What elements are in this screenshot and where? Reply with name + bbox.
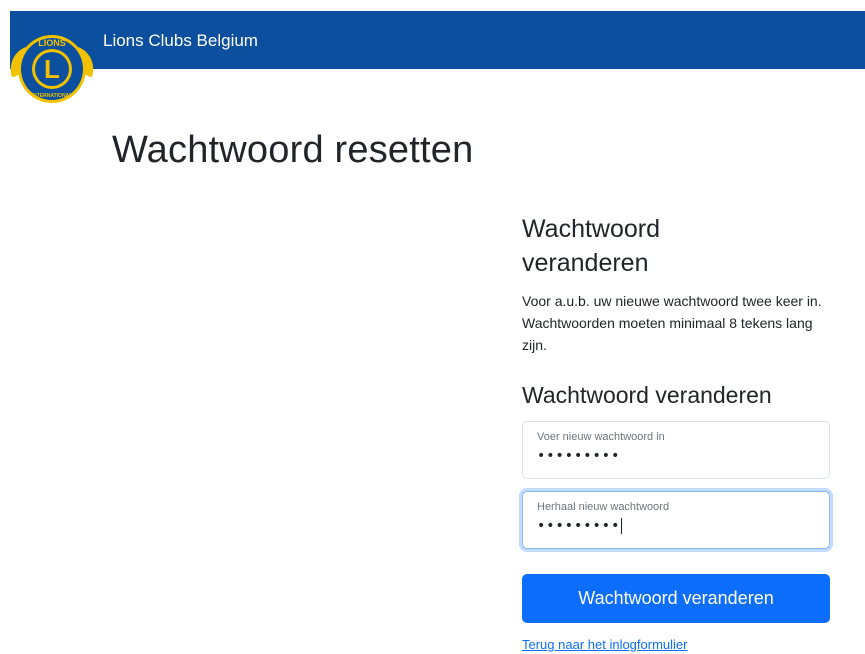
repeat-password-input[interactable]: ••••••••• (537, 518, 815, 534)
logo-top-word: LIONS (38, 38, 66, 48)
change-password-button[interactable]: Wachtwoord veranderen (522, 574, 830, 623)
panel-description: Voor a.u.b. uw nieuwe wachtwoord twee ke… (522, 293, 822, 353)
text-caret (621, 518, 623, 534)
page-title: Wachtwoord resetten (112, 129, 474, 171)
logo-letter: L (44, 54, 60, 84)
panel-title: Wachtwoord veranderen (522, 215, 661, 277)
new-password-input[interactable]: ••••••••• (537, 448, 815, 464)
lions-logo-icon[interactable]: L LIONS INTERNATIONAL (6, 25, 98, 109)
repeat-password-dots: ••••••••• (537, 518, 621, 534)
new-password-label: Voer nieuw wachtwoord in (537, 431, 665, 443)
repeat-password-field[interactable]: Herhaal nieuw wachtwoord ••••••••• (522, 491, 830, 549)
new-password-field[interactable]: Voer nieuw wachtwoord in ••••••••• (522, 421, 830, 479)
top-navbar: Lions Clubs Belgium (0, 0, 865, 69)
logo-bottom-word: INTERNATIONAL (32, 93, 72, 99)
password-reset-panel: Wachtwoord veranderen Voor a.u.b. uw nie… (522, 212, 830, 654)
back-to-login-link[interactable]: Terug naar het inlogformulier (522, 637, 687, 653)
repeat-password-label: Herhaal nieuw wachtwoord (537, 501, 670, 513)
form-heading: Wachtwoord veranderen (522, 382, 772, 408)
brand-title[interactable]: Lions Clubs Belgium (103, 31, 258, 51)
